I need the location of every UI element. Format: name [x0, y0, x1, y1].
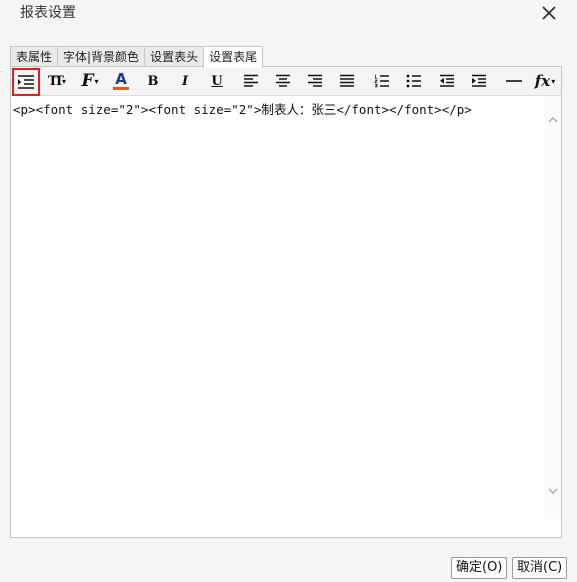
- source-editor[interactable]: <p><font size="2"><font size="2">制表人：张三<…: [11, 96, 545, 537]
- tab-bar: 表属性 字体|背景颜色 设置表头 设置表尾: [10, 46, 264, 68]
- chevron-down-icon: ▾: [551, 76, 556, 86]
- justify-button[interactable]: [336, 70, 358, 92]
- bold-icon: B: [147, 73, 159, 89]
- italic-button[interactable]: I: [174, 70, 196, 92]
- chevron-down-icon: ▾: [61, 76, 66, 86]
- tab-font-background[interactable]: 字体|背景颜色: [57, 46, 146, 67]
- source-view-icon: [18, 75, 34, 89]
- horizontal-rule-button[interactable]: [503, 70, 525, 92]
- align-left-button[interactable]: [240, 70, 262, 92]
- underline-button[interactable]: U: [206, 70, 228, 92]
- font-family-button[interactable]: F ▾: [77, 70, 103, 92]
- font-size-button[interactable]: TT ▾: [44, 70, 70, 92]
- font-color-swatch: [113, 87, 129, 90]
- cancel-button[interactable]: 取消(C): [512, 557, 568, 579]
- outdent-button[interactable]: [436, 70, 458, 92]
- scroll-up-icon[interactable]: [547, 114, 559, 126]
- source-code-button[interactable]: [12, 68, 40, 96]
- ok-button[interactable]: 确定(O): [451, 557, 508, 579]
- horizontal-rule-icon: [506, 80, 522, 82]
- vertical-scrollbar[interactable]: [545, 96, 561, 519]
- font-size-icon: TT: [48, 73, 64, 89]
- font-color-button[interactable]: A: [110, 70, 132, 92]
- dialog-title: 报表设置: [20, 5, 76, 21]
- align-left-icon: [244, 74, 258, 87]
- bold-button[interactable]: B: [142, 70, 164, 92]
- indent-icon: [472, 74, 486, 87]
- justify-icon: [340, 74, 354, 87]
- align-center-button[interactable]: [272, 70, 294, 92]
- indent-button[interactable]: [468, 70, 490, 92]
- editor-content[interactable]: <p><font size="2"><font size="2">制表人：张三<…: [11, 96, 545, 121]
- font-color-icon: A: [115, 70, 127, 88]
- underline-icon: U: [211, 73, 223, 89]
- tab-header-settings[interactable]: 设置表头: [144, 46, 205, 67]
- tab-table-properties[interactable]: 表属性: [10, 46, 59, 67]
- close-button[interactable]: [539, 3, 559, 23]
- tab-panel: TT ▾ F ▾ A B I U fx ▾ <p><font size="2">…: [10, 66, 562, 538]
- align-center-icon: [276, 74, 290, 87]
- font-family-icon: F: [81, 71, 94, 91]
- ordered-list-button[interactable]: [371, 70, 393, 92]
- function-icon: fx: [534, 72, 551, 90]
- unordered-list-icon: [406, 74, 421, 88]
- outdent-icon: [440, 74, 454, 87]
- chevron-down-icon: ▾: [94, 76, 99, 86]
- function-button[interactable]: fx ▾: [531, 70, 559, 92]
- align-right-button[interactable]: [304, 70, 326, 92]
- title-bar: 报表设置: [0, 0, 577, 32]
- ordered-list-icon: [374, 74, 389, 88]
- scroll-down-icon[interactable]: [547, 485, 559, 497]
- tab-footer-settings[interactable]: 设置表尾: [203, 46, 264, 68]
- italic-icon: I: [181, 73, 189, 89]
- editor-toolbar: TT ▾ F ▾ A B I U fx ▾: [11, 67, 561, 96]
- unordered-list-button[interactable]: [403, 70, 425, 92]
- close-icon: [542, 6, 556, 20]
- align-right-icon: [308, 74, 322, 87]
